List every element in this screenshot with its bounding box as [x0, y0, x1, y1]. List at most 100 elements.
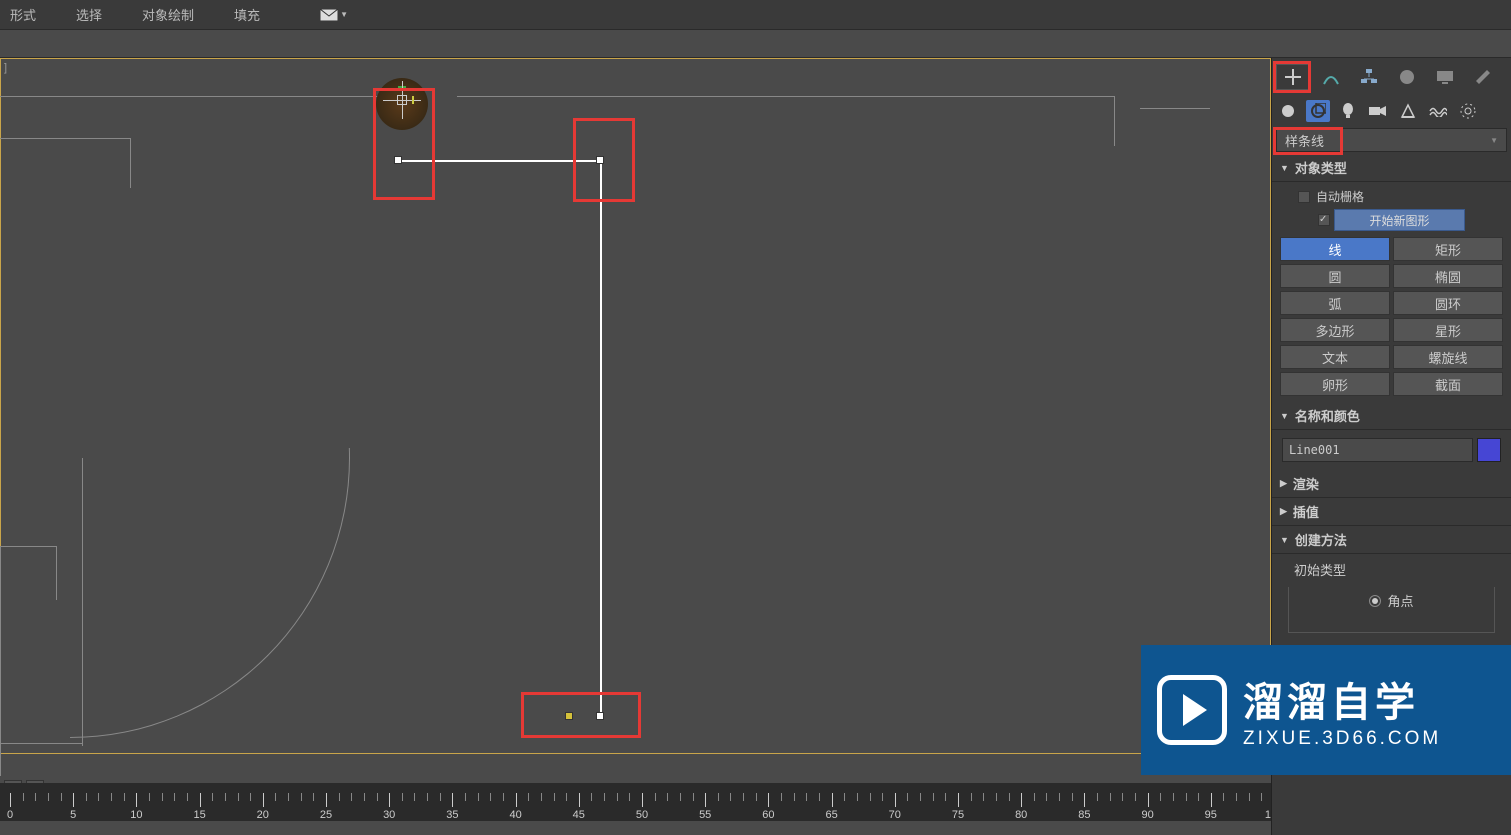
cameras-category[interactable] — [1366, 100, 1390, 122]
menu-fill[interactable]: 填充 — [234, 5, 260, 24]
spline-vertex[interactable] — [596, 712, 604, 720]
rollout-title: 插值 — [1293, 502, 1319, 521]
lights-category[interactable] — [1336, 100, 1360, 122]
menu-object-paint[interactable]: 对象绘制 — [142, 5, 194, 24]
donut-button[interactable]: 圆环 — [1393, 291, 1503, 315]
menu-format[interactable]: 形式 — [10, 5, 36, 24]
ruler-tick-label: 20 — [257, 809, 269, 821]
cad-line — [1140, 108, 1210, 109]
object-color-swatch[interactable] — [1477, 438, 1501, 462]
watermark: 溜溜自学 ZIXUE.3D66.COM — [1141, 645, 1511, 775]
object-name-input[interactable] — [1282, 438, 1473, 462]
cad-line — [0, 546, 56, 547]
shapes-dropdown[interactable]: 样条线 ▼ — [1276, 128, 1507, 152]
section-button[interactable]: 截面 — [1393, 372, 1503, 396]
geometry-category[interactable] — [1276, 100, 1300, 122]
corner-label: 角点 — [1387, 591, 1413, 610]
start-new-shape-button[interactable]: 开始新图形 — [1334, 209, 1465, 231]
star-button[interactable]: 星形 — [1393, 318, 1503, 342]
cad-line — [82, 458, 83, 746]
ruler-tick-label: 0 — [7, 809, 13, 821]
motion-tab[interactable] — [1390, 64, 1424, 90]
spacewarps-category[interactable] — [1426, 100, 1450, 122]
rollout-arrow-icon: ▼ — [1280, 411, 1289, 421]
spline-segment[interactable] — [600, 160, 602, 716]
watermark-logo — [1157, 675, 1227, 745]
ruler-tick-label: 95 — [1205, 809, 1217, 821]
rollout-arrow-icon: ▶ — [1280, 478, 1287, 489]
secondary-toolbar — [0, 30, 1511, 58]
envelope-icon[interactable]: ▼ — [320, 9, 348, 21]
initial-type-label: 初始类型 — [1278, 558, 1505, 581]
ruler-tick-label: 35 — [446, 809, 458, 821]
create-category-tabs — [1272, 96, 1511, 126]
spline-vertex[interactable] — [596, 156, 604, 164]
text-button[interactable]: 文本 — [1280, 345, 1390, 369]
ruler-tick-label: 55 — [699, 809, 711, 821]
spline-segment[interactable] — [398, 160, 602, 162]
ruler-tick-label: 50 — [636, 809, 648, 821]
circle-button[interactable]: 圆 — [1280, 264, 1390, 288]
cursor-indicator — [376, 78, 428, 130]
timeline-ruler[interactable]: 0510152025303540455055606570758085909510… — [0, 783, 1271, 821]
annotation-highlight — [521, 692, 641, 738]
menu-select[interactable]: 选择 — [76, 5, 102, 24]
autogrid-checkbox[interactable] — [1298, 191, 1310, 203]
ruler-tick-label: 85 — [1078, 809, 1090, 821]
rectangle-button[interactable]: 矩形 — [1393, 237, 1503, 261]
new-shape-checkbox[interactable] — [1318, 214, 1330, 226]
chevron-down-icon: ▼ — [1490, 136, 1498, 145]
utilities-tab[interactable] — [1466, 64, 1500, 90]
rollout-arrow-icon: ▼ — [1280, 535, 1289, 545]
spline-vertex[interactable] — [394, 156, 402, 164]
display-tab[interactable] — [1428, 64, 1462, 90]
helpers-category[interactable] — [1396, 100, 1420, 122]
cad-line — [0, 96, 382, 97]
top-menu-bar: 形式 选择 对象绘制 填充 ▼ — [0, 0, 1511, 30]
cad-line — [56, 546, 57, 600]
spline-vertex-active[interactable] — [565, 712, 573, 720]
hierarchy-tab[interactable] — [1352, 64, 1386, 90]
cad-line — [1114, 96, 1115, 146]
rollout-title: 创建方法 — [1295, 530, 1347, 549]
helix-button[interactable]: 螺旋线 — [1393, 345, 1503, 369]
rollout-creation-method[interactable]: ▼ 创建方法 — [1272, 526, 1511, 554]
cad-line — [0, 743, 82, 744]
door-arc — [0, 178, 350, 738]
arc-button[interactable]: 弧 — [1280, 291, 1390, 315]
ngon-button[interactable]: 多边形 — [1280, 318, 1390, 342]
modify-tab[interactable] — [1314, 64, 1348, 90]
ruler-tick-label: 40 — [509, 809, 521, 821]
ruler-tick-label: 15 — [193, 809, 205, 821]
rollout-title: 对象类型 — [1295, 158, 1347, 177]
line-button[interactable]: 线 — [1280, 237, 1390, 261]
rollout-arrow-icon: ▶ — [1280, 506, 1287, 517]
dropdown-label: 样条线 — [1285, 131, 1324, 150]
ruler-tick-label: 90 — [1141, 809, 1153, 821]
rollout-interpolation[interactable]: ▶ 插值 — [1272, 498, 1511, 526]
ruler-tick-label: 75 — [952, 809, 964, 821]
ruler-tick-label: 30 — [383, 809, 395, 821]
rollout-object-type[interactable]: ▼ 对象类型 — [1272, 154, 1511, 182]
watermark-title: 溜溜自学 — [1243, 670, 1441, 728]
corner-radio[interactable] — [1369, 595, 1381, 607]
viewport[interactable]: ] — [0, 58, 1271, 835]
ruler-tick-label: 80 — [1015, 809, 1027, 821]
cad-line — [130, 138, 131, 188]
rollout-arrow-icon: ▼ — [1280, 163, 1289, 173]
cad-line — [457, 96, 1115, 97]
cad-line — [0, 138, 130, 139]
create-tab[interactable] — [1276, 64, 1310, 90]
egg-button[interactable]: 卵形 — [1280, 372, 1390, 396]
rollout-title: 渲染 — [1293, 474, 1319, 493]
systems-category[interactable] — [1456, 100, 1480, 122]
shapes-category[interactable] — [1306, 100, 1330, 122]
rollout-render[interactable]: ▶ 渲染 — [1272, 470, 1511, 498]
ruler-tick-label: 65 — [825, 809, 837, 821]
ruler-tick-label: 60 — [762, 809, 774, 821]
cad-line — [0, 546, 1, 776]
viewport-label: ] — [4, 62, 7, 74]
ellipse-button[interactable]: 椭圆 — [1393, 264, 1503, 288]
ruler-tick-label: 25 — [320, 809, 332, 821]
rollout-name-color[interactable]: ▼ 名称和颜色 — [1272, 402, 1511, 430]
